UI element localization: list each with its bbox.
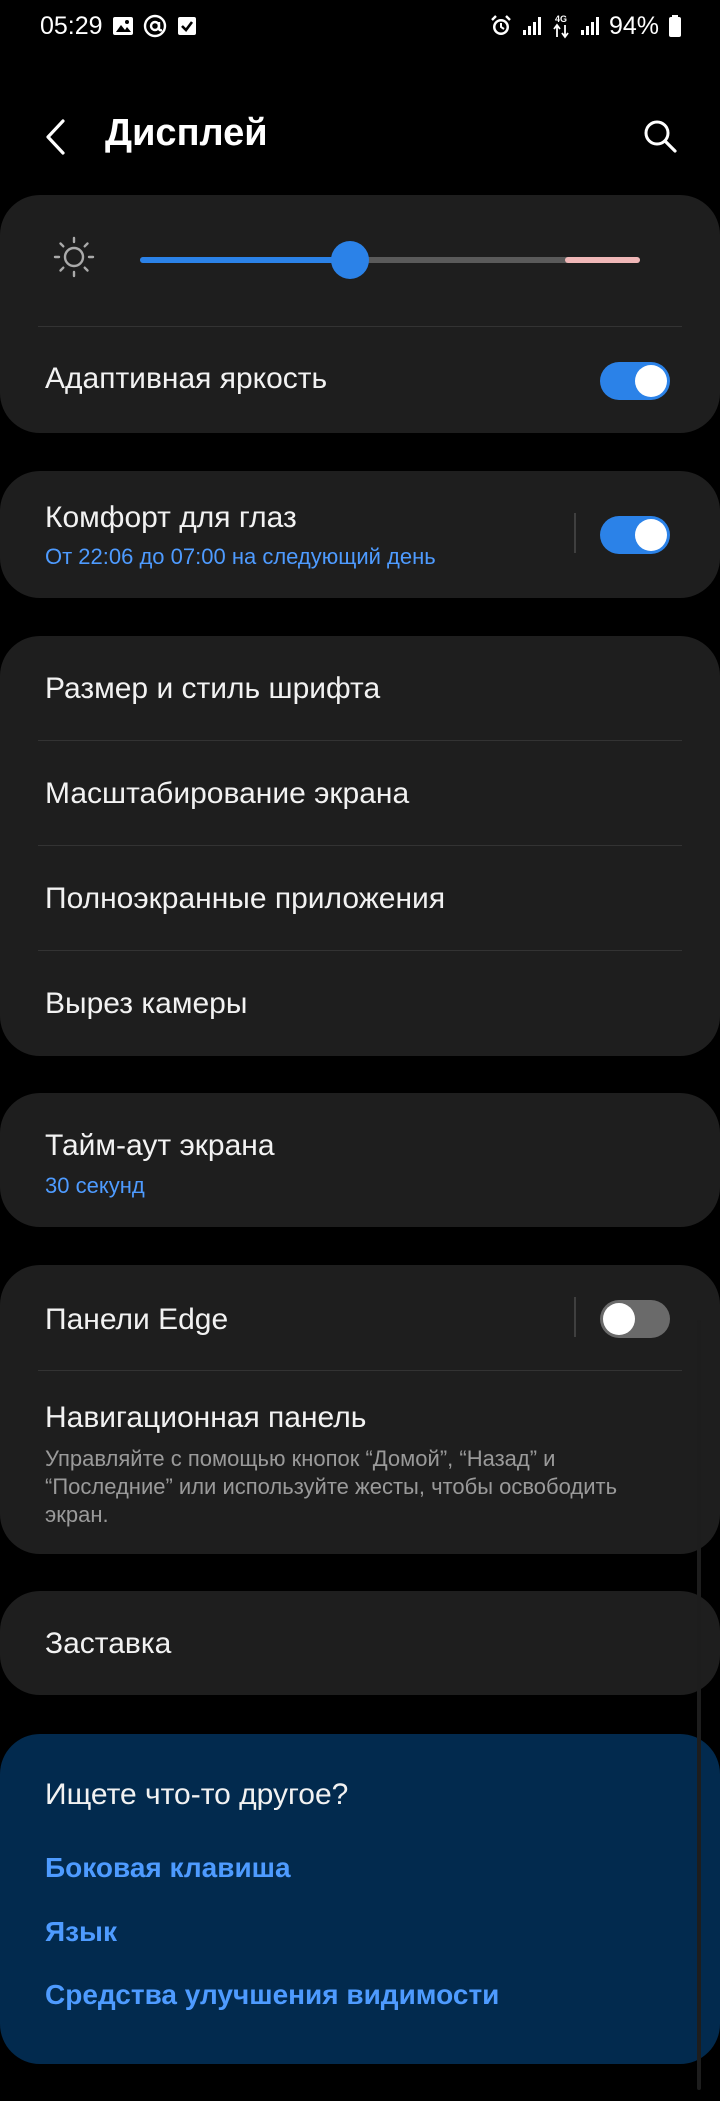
screen-timeout-label: Тайм-аут экрана (45, 1129, 275, 1162)
toggle-knob (635, 519, 667, 551)
app-header: Дисплей (0, 100, 720, 174)
list-item-label: Размер и стиль шрифта (45, 672, 381, 705)
edge-panels-label: Панели Edge (45, 1303, 229, 1336)
signal-icon (580, 16, 600, 36)
adaptive-brightness-toggle[interactable] (600, 362, 670, 400)
brightness-icon (52, 235, 96, 284)
suggestion-link-language[interactable]: Язык (45, 1916, 117, 1948)
checkbox-icon (176, 15, 198, 37)
toggle-knob (603, 1303, 635, 1335)
vertical-separator (574, 1297, 576, 1337)
signal-icon (522, 16, 542, 36)
screensaver-label: Заставка (45, 1627, 172, 1660)
status-right: 4G 94% (489, 12, 682, 41)
list-item-camera-cutout[interactable]: Вырез камеры (0, 951, 720, 1056)
slider-thumb[interactable] (331, 241, 369, 279)
suggestions-title: Ищете что-то другое? (45, 1778, 349, 1811)
eye-comfort-schedule: От 22:06 до 07:00 на следующий день (45, 544, 436, 569)
back-button[interactable] (44, 116, 74, 158)
list-item-label: Вырез камеры (45, 987, 248, 1020)
list-item-font-size[interactable]: Размер и стиль шрифта (0, 636, 720, 740)
suggestions-panel: Ищете что-то другое? Боковая клавиша Язы… (0, 1734, 720, 2064)
adaptive-brightness-label: Адаптивная яркость (45, 362, 328, 395)
edge-navigation-card: Панели Edge Навигационная панель Управля… (0, 1265, 720, 1554)
search-icon (644, 120, 677, 153)
edge-panels-toggle[interactable] (600, 1300, 670, 1338)
list-item-screen-zoom[interactable]: Масштабирование экрана (0, 741, 720, 845)
4g-data-icon: 4G (551, 13, 571, 39)
navigation-bar-label: Навигационная панель (45, 1401, 367, 1434)
edge-panels-row[interactable]: Панели Edge (0, 1265, 720, 1369)
screen-timeout-value: 30 секунд (45, 1173, 145, 1198)
navigation-bar-row[interactable]: Навигационная панель Управляйте с помощь… (0, 1371, 720, 1554)
search-button[interactable] (640, 116, 680, 156)
battery-icon (668, 14, 682, 38)
vertical-separator (574, 513, 576, 553)
at-sign-icon (143, 14, 167, 38)
alarm-icon (489, 14, 513, 38)
slider-track-filled (140, 257, 350, 263)
status-time: 05:29 (40, 11, 103, 40)
list-item-fullscreen-apps[interactable]: Полноэкранные приложения (0, 846, 720, 950)
screensaver-card[interactable]: Заставка (0, 1591, 720, 1695)
suggestion-link-visibility[interactable]: Средства улучшения видимости (45, 1979, 499, 2011)
toggle-knob (635, 365, 667, 397)
eye-comfort-toggle[interactable] (600, 516, 670, 554)
display-options-card: Размер и стиль шрифта Масштабирование эк… (0, 636, 720, 1056)
screen-timeout-card[interactable]: Тайм-аут экрана 30 секунд (0, 1093, 720, 1227)
list-item-label: Полноэкранные приложения (45, 882, 446, 915)
scrollbar[interactable] (697, 1320, 701, 2090)
network-label: 4G (555, 14, 567, 24)
navigation-bar-description: Управляйте с помощью кнопок “Домой”, “На… (45, 1446, 618, 1527)
page-title: Дисплей (105, 112, 268, 154)
suggestion-link-side-key[interactable]: Боковая клавиша (45, 1852, 291, 1884)
back-arrow-icon (46, 119, 65, 155)
slider-track-extra (565, 257, 640, 263)
brightness-card: Адаптивная яркость (0, 195, 720, 433)
status-bar: 05:29 4G 94% (0, 0, 720, 52)
eye-comfort-label: Комфорт для глаз (45, 501, 297, 534)
eye-comfort-card[interactable]: Комфорт для глаз От 22:06 до 07:00 на сл… (0, 471, 720, 598)
status-left: 05:29 (40, 12, 198, 41)
list-item-label: Масштабирование экрана (45, 777, 410, 810)
brightness-slider[interactable] (140, 240, 640, 280)
battery-percent: 94% (608, 11, 659, 40)
image-icon (112, 15, 134, 37)
divider (38, 326, 682, 327)
